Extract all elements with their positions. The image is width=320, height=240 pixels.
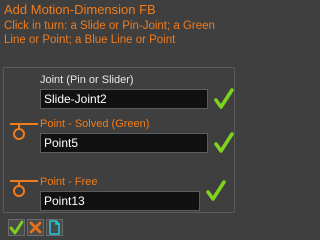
cancel-button[interactable]	[27, 219, 44, 236]
check-icon	[9, 220, 24, 235]
free-point-check-icon	[206, 180, 226, 201]
dialog-title: Add Motion-Dimension FB	[4, 2, 156, 17]
cross-icon	[29, 221, 42, 234]
solved-point-field[interactable]: Point5	[40, 133, 208, 153]
joint-check-icon	[214, 88, 234, 109]
new-button[interactable]	[46, 219, 63, 236]
free-point-field[interactable]: Point13	[40, 191, 200, 211]
ok-button[interactable]	[8, 219, 25, 236]
free-point-pin-icon	[10, 180, 38, 197]
free-point-label: Point - Free	[40, 176, 98, 188]
instructions-text: Click in turn: a Slide or Pin-Joint; a G…	[4, 20, 215, 46]
solved-point-pin-icon	[10, 123, 38, 140]
joint-label: Joint (Pin or Slider)	[40, 74, 134, 86]
solved-point-check-icon	[214, 132, 234, 153]
motion-dimension-dialog: Add Motion-Dimension FB Click in turn: a…	[0, 0, 240, 240]
joint-field[interactable]: Slide-Joint2	[40, 89, 208, 109]
solved-point-label: Point - Solved (Green)	[40, 118, 150, 130]
document-icon	[49, 220, 60, 235]
